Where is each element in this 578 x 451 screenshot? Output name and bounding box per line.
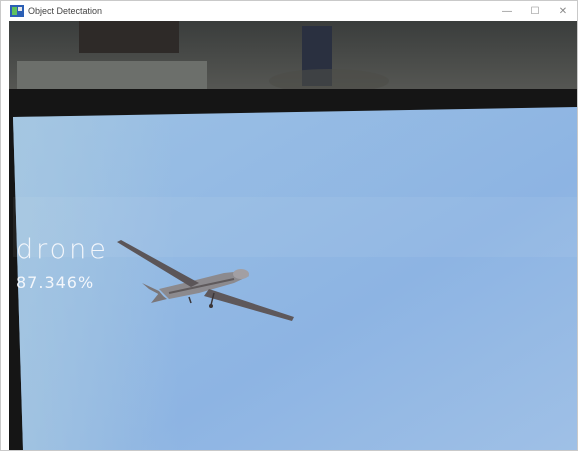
detection-label: drone [16, 234, 109, 265]
maximize-button[interactable]: ☐ [521, 1, 549, 21]
window-controls: — ☐ ✕ [493, 1, 577, 21]
shelf [17, 61, 207, 89]
wall-frame [79, 21, 179, 53]
app-icon [10, 5, 24, 17]
title-bar[interactable]: Object Detectation — ☐ ✕ [1, 1, 577, 21]
close-button[interactable]: ✕ [549, 1, 577, 21]
app-window: Object Detectation — ☐ ✕ drone 87.346% [0, 0, 578, 451]
detection-confidence: 87.346% [16, 273, 95, 292]
minimize-button[interactable]: — [493, 1, 521, 21]
window-title: Object Detectation [28, 6, 103, 16]
camera-feed: drone 87.346% [9, 21, 577, 450]
